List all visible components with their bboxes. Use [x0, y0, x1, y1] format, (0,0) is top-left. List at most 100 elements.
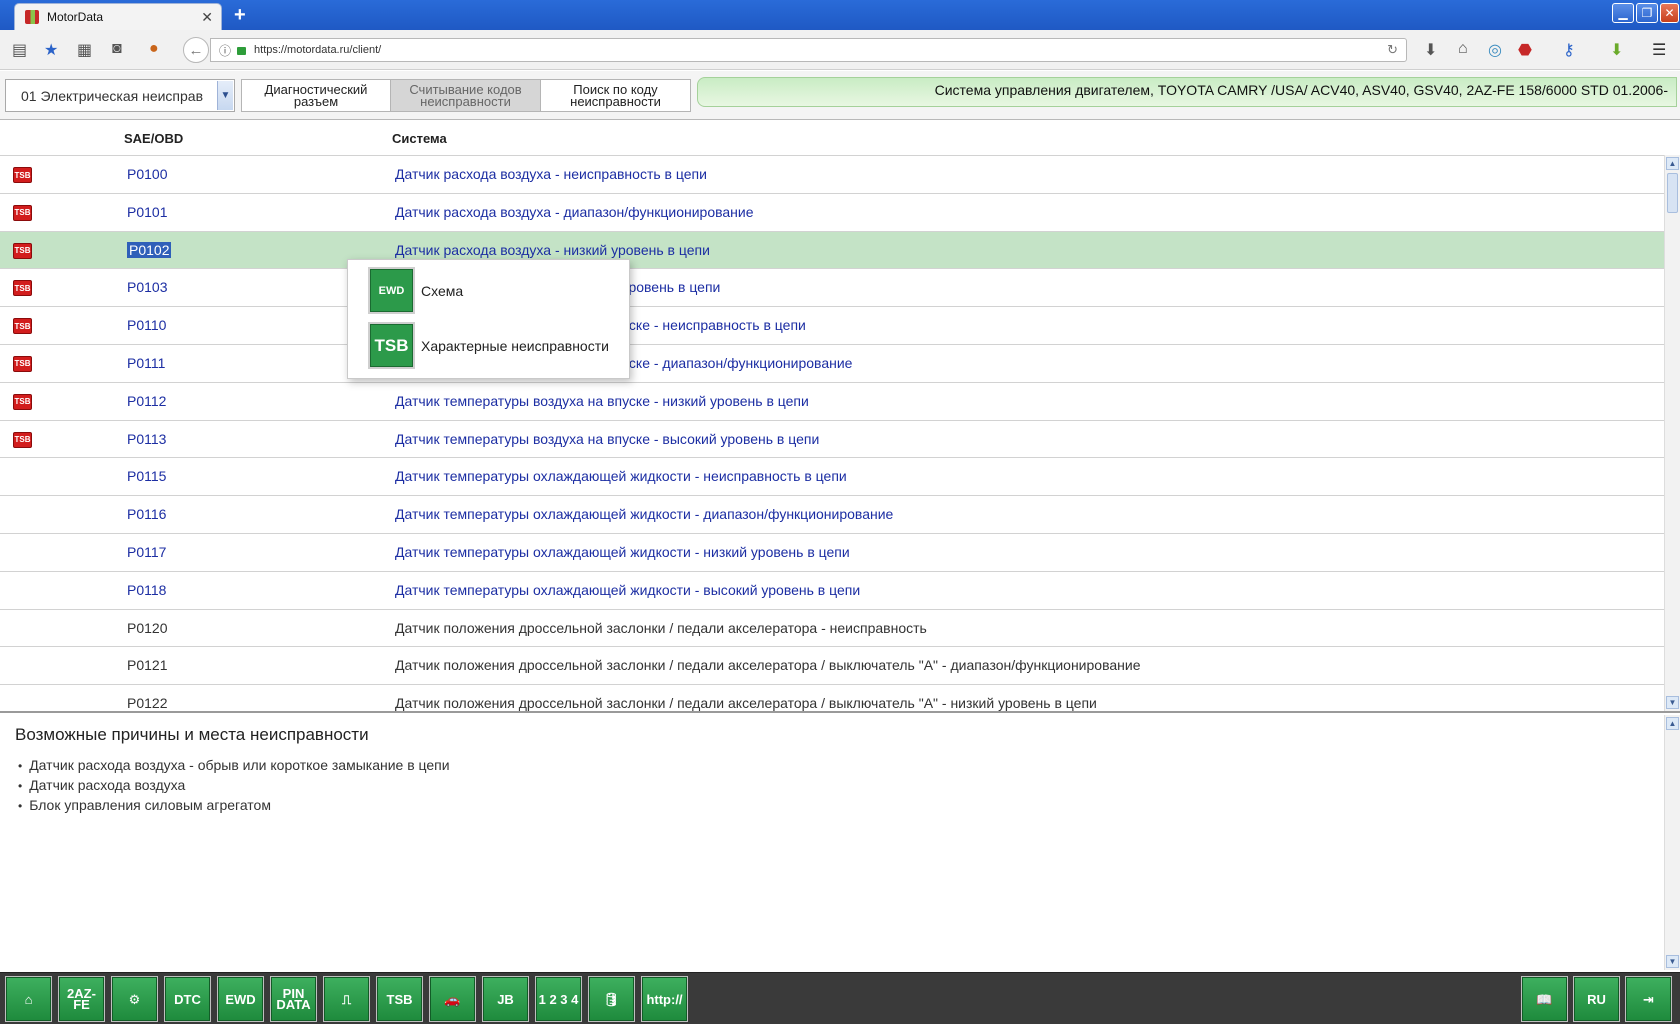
- relay-button[interactable]: 1 2 3 4: [535, 976, 582, 1022]
- dtc-description[interactable]: Датчик температуры охлаждающей жидкости …: [395, 506, 893, 522]
- tab-close-icon[interactable]: ✕: [201, 9, 213, 26]
- maximize-window-button[interactable]: ❐: [1636, 3, 1658, 23]
- scroll-down-icon[interactable]: ▼: [1666, 955, 1679, 968]
- language-button[interactable]: RU: [1573, 976, 1620, 1022]
- popup-item-schema[interactable]: EWD Схема: [368, 267, 463, 314]
- table-row[interactable]: TSBP0103Датчик расхода воздуха - высокий…: [0, 268, 1664, 306]
- page-icon[interactable]: ▤: [12, 40, 27, 60]
- dtc-description[interactable]: Датчик температуры охлаждающей жидкости …: [395, 582, 860, 598]
- causes-scrollbar[interactable]: ▲ ▼: [1664, 715, 1680, 970]
- bookmarks-menu-icon[interactable]: ▦: [77, 40, 92, 60]
- adblock-icon[interactable]: ⬣: [1518, 40, 1532, 60]
- table-scrollbar[interactable]: ▲ ▼: [1664, 155, 1680, 711]
- downloads-icon[interactable]: ⬇: [1424, 40, 1437, 60]
- dtc-button[interactable]: DTC: [164, 976, 211, 1022]
- bookmark-star-icon[interactable]: ★: [44, 40, 58, 60]
- home-icon[interactable]: ⌂: [1458, 40, 1468, 58]
- dtc-description[interactable]: Датчик положения дроссельной заслонки / …: [395, 620, 927, 636]
- tsb-badge-icon[interactable]: TSB: [13, 204, 32, 221]
- extension-icon[interactable]: ⚷: [1563, 40, 1575, 60]
- browser-tab[interactable]: MotorData ✕: [14, 3, 222, 30]
- service-car-button[interactable]: 🚗: [429, 976, 476, 1022]
- tab-diagnostic-connector[interactable]: Диагностический разъем: [241, 79, 391, 112]
- new-tab-button[interactable]: +: [234, 4, 246, 27]
- dtc-code[interactable]: P0103: [127, 279, 167, 295]
- tsb-badge-icon[interactable]: TSB: [13, 242, 32, 259]
- table-row[interactable]: P0115 Датчик температуры охлаждающей жидк…: [0, 457, 1664, 495]
- manual-button[interactable]: 📖: [1521, 976, 1568, 1022]
- url-text[interactable]: https://motordata.ru/client/: [254, 44, 381, 56]
- table-row[interactable]: TSB P0101 Датчик расхода воздуха - диапазо…: [0, 192, 1664, 231]
- table-row[interactable]: TSB P0100 Датчик расхода воздуха - неиспра…: [0, 155, 1664, 193]
- menu-icon[interactable]: ☰: [1652, 40, 1666, 60]
- dtc-description[interactable]: Датчик температуры воздуха на впуске - в…: [395, 431, 819, 447]
- chevron-down-icon[interactable]: ▼: [217, 81, 233, 110]
- wheel-button[interactable]: ⚙: [111, 976, 158, 1022]
- addon-icon[interactable]: ●: [149, 40, 159, 58]
- dtc-description[interactable]: Датчик температуры охлаждающей жидкости …: [395, 544, 850, 560]
- tab-read-codes[interactable]: Считывание кодов неисправности: [391, 79, 541, 112]
- scroll-up-icon[interactable]: ▲: [1666, 157, 1679, 170]
- dtc-description[interactable]: Датчик положения дроссельной заслонки / …: [395, 657, 1140, 673]
- table-row[interactable]: TSBP0110Датчик температуры воздуха на вп…: [0, 306, 1664, 344]
- table-row[interactable]: TSB P0112 Датчик температуры воздуха на вп…: [0, 381, 1664, 420]
- exit-button[interactable]: ⇥: [1625, 976, 1672, 1022]
- tsb-badge-icon[interactable]: TSB: [13, 393, 32, 410]
- dtc-code[interactable]: P0121: [127, 657, 167, 673]
- tsb-badge-icon[interactable]: TSB: [13, 167, 32, 183]
- table-row[interactable]: P0122 Датчик положения дроссельной заслон…: [0, 684, 1664, 711]
- scroll-down-icon[interactable]: ▼: [1666, 696, 1679, 709]
- dtc-code[interactable]: P0117: [127, 544, 166, 560]
- dtc-description[interactable]: Датчик положения дроссельной заслонки / …: [395, 695, 1097, 711]
- url-bar[interactable]: ⓘ https://motordata.ru/client/ ↻: [210, 38, 1407, 62]
- scroll-up-icon[interactable]: ▲: [1666, 717, 1679, 730]
- sync-icon[interactable]: ◎: [1488, 40, 1502, 60]
- section-select[interactable]: 01 Электрическая неисправ ▼: [5, 79, 235, 112]
- table-row[interactable]: P0118 Датчик температуры охлаждающей жидк…: [0, 570, 1664, 609]
- pin-data-button[interactable]: PIN DATA: [270, 976, 317, 1022]
- dtc-code[interactable]: P0122: [127, 695, 167, 711]
- dtc-description[interactable]: Датчик температуры охлаждающей жидкости …: [395, 468, 847, 484]
- dtc-description[interactable]: Датчик расхода воздуха - диапазон/функци…: [395, 204, 754, 220]
- http-button[interactable]: http://: [641, 976, 688, 1022]
- engine-button[interactable]: 2AZ-FE: [58, 976, 105, 1022]
- table-row[interactable]: P0117 Датчик температуры охлаждающей жидк…: [0, 532, 1664, 571]
- dtc-code[interactable]: P0111: [127, 355, 165, 371]
- dtc-code[interactable]: P0112: [127, 393, 166, 409]
- home-button[interactable]: ⌂: [5, 976, 52, 1022]
- close-window-button[interactable]: ✕: [1660, 3, 1679, 23]
- scrollbar-thumb[interactable]: [1667, 173, 1678, 213]
- back-button[interactable]: ←: [183, 37, 209, 63]
- reload-icon[interactable]: ↻: [1387, 42, 1398, 58]
- dtc-code[interactable]: P0115: [127, 468, 166, 484]
- table-row[interactable]: TSB P0102 Датчик расхода воздуха - низкий …: [0, 230, 1664, 269]
- dtc-description[interactable]: Датчик расхода воздуха - низкий уровень …: [395, 242, 710, 258]
- ewd-button[interactable]: EWD: [217, 976, 264, 1022]
- dtc-code[interactable]: P0101: [127, 204, 167, 220]
- dtc-code[interactable]: P0113: [127, 431, 166, 447]
- tab-search-by-code[interactable]: Поиск по коду неисправности: [541, 79, 691, 112]
- dtc-code[interactable]: P0110: [127, 317, 166, 333]
- table-row[interactable]: TSBP0111Датчик температуры воздуха на вп…: [0, 343, 1664, 382]
- table-row[interactable]: P0121 Датчик положения дроссельной заслон…: [0, 646, 1664, 684]
- tsb-badge-icon[interactable]: TSB: [13, 280, 32, 297]
- dtc-code[interactable]: P0120: [127, 620, 167, 636]
- table-row[interactable]: P0120 Датчик положения дроссельной заслон…: [0, 608, 1664, 647]
- download-helper-icon[interactable]: ⬇: [1610, 40, 1623, 60]
- minimize-window-button[interactable]: ▁: [1612, 3, 1634, 23]
- tsb-button[interactable]: TSB: [376, 976, 423, 1022]
- dtc-description[interactable]: Датчик температуры воздуха на впуске - н…: [395, 393, 809, 409]
- dtc-code[interactable]: P0118: [127, 582, 166, 598]
- site-info-icon[interactable]: ⓘ: [219, 42, 231, 59]
- popup-item-tsb[interactable]: TSB Характерные неисправности: [368, 322, 609, 369]
- oil-button[interactable]: 🛢: [588, 976, 635, 1022]
- table-row[interactable]: TSB P0113 Датчик температуры воздуха на вп…: [0, 419, 1664, 458]
- dtc-code[interactable]: P0116: [127, 506, 166, 522]
- table-row[interactable]: P0116 Датчик температуры охлаждающей жидк…: [0, 495, 1664, 533]
- jb-button[interactable]: JB: [482, 976, 529, 1022]
- dtc-description[interactable]: Датчик расхода воздуха - неисправность в…: [395, 166, 707, 182]
- tsb-badge-icon[interactable]: TSB: [13, 431, 32, 448]
- tester-button[interactable]: ⎍: [323, 976, 370, 1022]
- dtc-code[interactable]: P0100: [127, 166, 167, 182]
- pocket-icon[interactable]: ◙: [112, 40, 122, 58]
